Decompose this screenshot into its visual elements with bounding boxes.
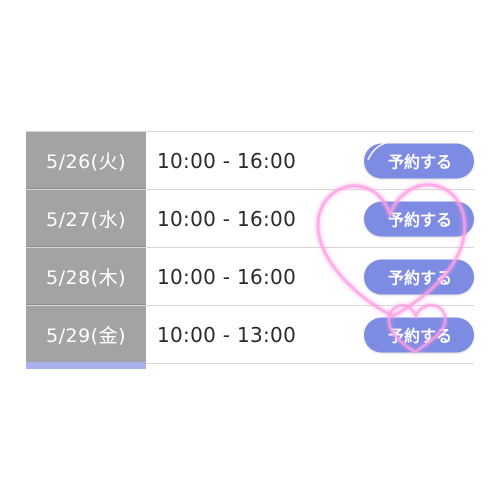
reserve-button[interactable]: 予約する [364, 259, 474, 294]
date-cell: 5/29(金) [26, 306, 146, 363]
date-label: 5/29(金) [46, 324, 126, 347]
date-label: 5/27(水) [46, 208, 126, 231]
time-range: 10:00 - 13:00 [157, 322, 297, 347]
date-label: 5/26(火) [46, 150, 126, 173]
reserve-button[interactable]: 予約する [364, 317, 474, 352]
date-cell: 5/26(火) [26, 132, 146, 189]
schedule-row: 5/29(金) 10:00 - 13:00 予約する [26, 306, 474, 364]
reserve-button[interactable]: 予約する [364, 201, 474, 236]
accent-bar [26, 362, 146, 369]
reserve-button[interactable]: 予約する [364, 143, 474, 178]
schedule-table: 5/26(火) 10:00 - 16:00 予約する 5/27(水) 10:00… [26, 131, 474, 364]
time-range: 10:00 - 16:00 [157, 264, 297, 289]
date-label: 5/28(木) [46, 266, 126, 289]
schedule-screen: 5/26(火) 10:00 - 16:00 予約する 5/27(水) 10:00… [0, 0, 500, 500]
time-range: 10:00 - 16:00 [157, 206, 297, 231]
schedule-row: 5/26(火) 10:00 - 16:00 予約する [26, 132, 474, 190]
time-range: 10:00 - 16:00 [157, 148, 297, 173]
date-cell: 5/27(水) [26, 190, 146, 247]
date-cell: 5/28(木) [26, 248, 146, 305]
schedule-row: 5/27(水) 10:00 - 16:00 予約する [26, 190, 474, 248]
schedule-row: 5/28(木) 10:00 - 16:00 予約する [26, 248, 474, 306]
